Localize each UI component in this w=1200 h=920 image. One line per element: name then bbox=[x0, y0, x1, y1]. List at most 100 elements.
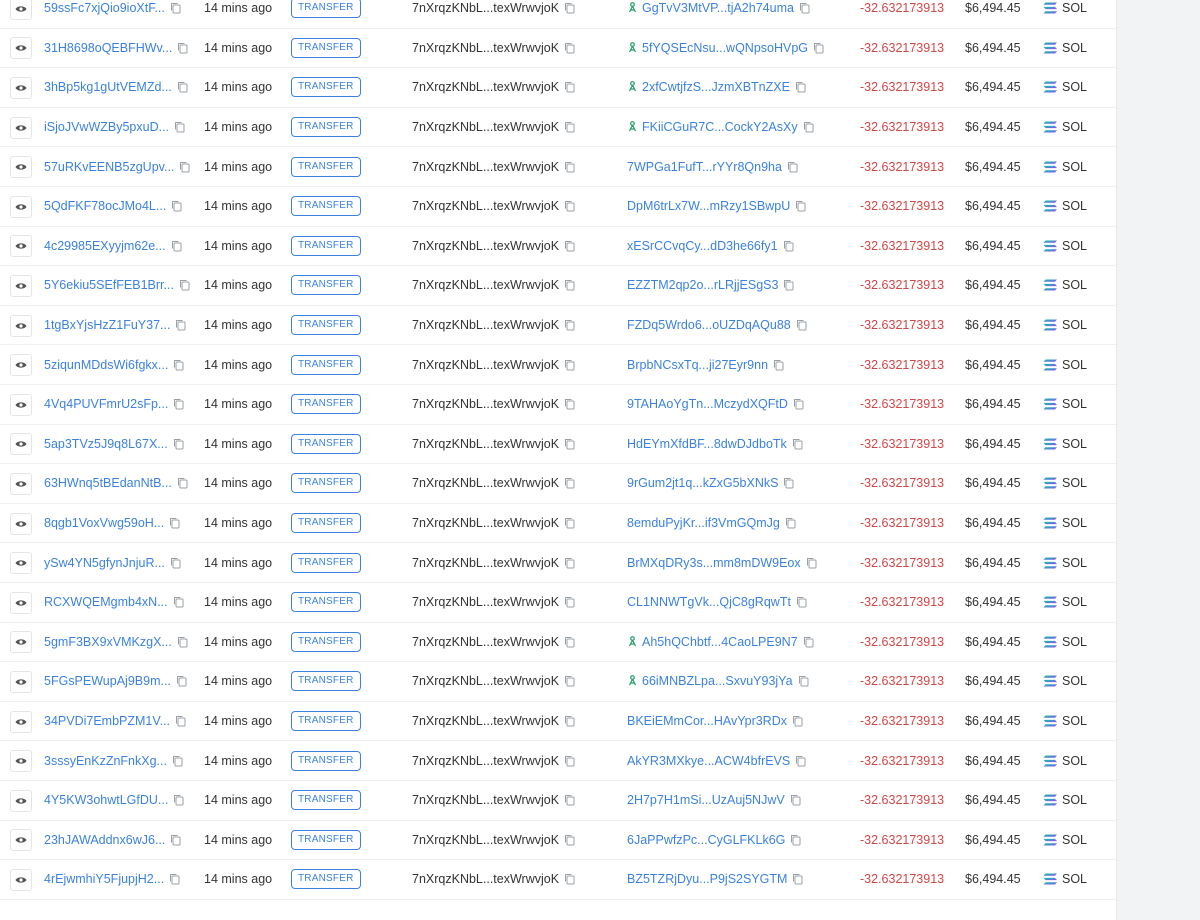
eye-icon[interactable] bbox=[10, 156, 32, 179]
copy-icon[interactable] bbox=[793, 398, 804, 410]
signature-link[interactable]: 31H8698oQEBFHWv... bbox=[44, 41, 172, 55]
to-address-link[interactable]: 2H7p7H1mSi...UzAuj5NJwV bbox=[627, 793, 785, 807]
copy-icon[interactable] bbox=[790, 834, 801, 846]
to-address-link[interactable]: 9TAHAoYgTn...MczydXQFtD bbox=[627, 397, 788, 411]
copy-icon[interactable] bbox=[173, 596, 184, 608]
copy-icon[interactable] bbox=[790, 794, 801, 806]
copy-icon[interactable] bbox=[172, 755, 183, 767]
to-address-link[interactable]: 2xfCwtjfzS...JzmXBTnZXE bbox=[642, 80, 790, 94]
eye-icon[interactable] bbox=[10, 116, 32, 139]
signature-link[interactable]: 4Vq4PUVFmrU2sFp... bbox=[44, 397, 168, 411]
token-symbol[interactable]: SOL bbox=[1062, 556, 1087, 570]
eye-icon[interactable] bbox=[10, 354, 32, 377]
to-address-link[interactable]: BrpbNCsxTq...ji27Eyr9nn bbox=[627, 358, 768, 372]
copy-icon[interactable] bbox=[773, 359, 784, 371]
signature-link[interactable]: 59ssFc7xjQio9ioXtF... bbox=[44, 1, 165, 15]
token-symbol[interactable]: SOL bbox=[1062, 41, 1087, 55]
token-symbol[interactable]: SOL bbox=[1062, 318, 1087, 332]
eye-icon[interactable] bbox=[10, 710, 32, 733]
copy-icon[interactable] bbox=[564, 240, 575, 252]
to-address-link[interactable]: BZ5TZRjDyu...P9jS2SYGTM bbox=[627, 872, 787, 886]
copy-icon[interactable] bbox=[173, 398, 184, 410]
copy-icon[interactable] bbox=[783, 477, 794, 489]
token-symbol[interactable]: SOL bbox=[1062, 754, 1087, 768]
copy-icon[interactable] bbox=[813, 42, 824, 54]
copy-icon[interactable] bbox=[564, 438, 575, 450]
signature-link[interactable]: 5ap3TVz5J9q8L67X... bbox=[44, 437, 168, 451]
to-address-link[interactable]: AkYR3MXkye...ACW4bfrEVS bbox=[627, 754, 790, 768]
signature-link[interactable]: 5gmF3BX9xVMKzgX... bbox=[44, 635, 172, 649]
eye-icon[interactable] bbox=[10, 195, 32, 218]
copy-icon[interactable] bbox=[564, 161, 575, 173]
copy-icon[interactable] bbox=[564, 755, 575, 767]
eye-icon[interactable] bbox=[10, 512, 32, 535]
eye-icon[interactable] bbox=[10, 235, 32, 258]
to-address-link[interactable]: 9rGum2jt1q...kZxG5bXNkS bbox=[627, 476, 778, 490]
to-address-link[interactable]: EZZTM2qp2o...rLRjjESgS3 bbox=[627, 278, 778, 292]
copy-icon[interactable] bbox=[796, 596, 807, 608]
signature-link[interactable]: 3hBp5kg1gUtVEMZd... bbox=[44, 80, 172, 94]
to-address-link[interactable]: Ah5hQChbtf...4CaoLPE9N7 bbox=[642, 635, 798, 649]
to-address-link[interactable]: HdEYmXfdBF...8dwDJdboTk bbox=[627, 437, 787, 451]
copy-icon[interactable] bbox=[176, 675, 187, 687]
copy-icon[interactable] bbox=[173, 438, 184, 450]
token-symbol[interactable]: SOL bbox=[1062, 358, 1087, 372]
copy-icon[interactable] bbox=[173, 359, 184, 371]
copy-icon[interactable] bbox=[564, 200, 575, 212]
copy-icon[interactable] bbox=[564, 319, 575, 331]
token-symbol[interactable]: SOL bbox=[1062, 635, 1087, 649]
signature-link[interactable]: ySw4YN5gfynJnjuR... bbox=[44, 556, 165, 570]
signature-link[interactable]: 5ziqunMDdsWi6fgkx... bbox=[44, 358, 168, 372]
copy-icon[interactable] bbox=[564, 81, 575, 93]
copy-icon[interactable] bbox=[174, 121, 185, 133]
copy-icon[interactable] bbox=[564, 834, 575, 846]
copy-icon[interactable] bbox=[564, 42, 575, 54]
copy-icon[interactable] bbox=[564, 2, 575, 14]
signature-link[interactable]: 23hJAWAddnx6wJ6... bbox=[44, 833, 165, 847]
copy-icon[interactable] bbox=[564, 398, 575, 410]
signature-link[interactable]: 4Y5KW3ohwtLGfDU... bbox=[44, 793, 168, 807]
copy-icon[interactable] bbox=[803, 121, 814, 133]
token-symbol[interactable]: SOL bbox=[1062, 80, 1087, 94]
eye-icon[interactable] bbox=[10, 37, 32, 60]
token-symbol[interactable]: SOL bbox=[1062, 595, 1087, 609]
copy-icon[interactable] bbox=[177, 42, 188, 54]
copy-icon[interactable] bbox=[798, 675, 809, 687]
token-symbol[interactable]: SOL bbox=[1062, 278, 1087, 292]
token-symbol[interactable]: SOL bbox=[1062, 714, 1087, 728]
signature-link[interactable]: 5FGsPEWupAj9B9m... bbox=[44, 674, 171, 688]
signature-link[interactable]: 63HWnq5tBEdanNtB... bbox=[44, 476, 172, 490]
token-symbol[interactable]: SOL bbox=[1062, 1, 1087, 15]
signature-link[interactable]: 1tgBxYjsHzZ1FuY37... bbox=[44, 318, 170, 332]
copy-icon[interactable] bbox=[792, 873, 803, 885]
eye-icon[interactable] bbox=[10, 591, 32, 614]
token-symbol[interactable]: SOL bbox=[1062, 120, 1087, 134]
to-address-link[interactable]: 66iMNBZLpa...SxvuY93jYa bbox=[642, 674, 793, 688]
signature-link[interactable]: 3sssyEnKzZnFnkXg... bbox=[44, 754, 167, 768]
signature-link[interactable]: 5Y6ekiu5SEfFEB1Brr... bbox=[44, 278, 174, 292]
eye-icon[interactable] bbox=[10, 631, 32, 654]
eye-icon[interactable] bbox=[10, 0, 32, 20]
copy-icon[interactable] bbox=[177, 477, 188, 489]
signature-link[interactable]: 4rEjwmhiY5FjupjH2... bbox=[44, 872, 164, 886]
token-symbol[interactable]: SOL bbox=[1062, 516, 1087, 530]
copy-icon[interactable] bbox=[171, 200, 182, 212]
copy-icon[interactable] bbox=[803, 636, 814, 648]
copy-icon[interactable] bbox=[177, 636, 188, 648]
copy-icon[interactable] bbox=[177, 81, 188, 93]
token-symbol[interactable]: SOL bbox=[1062, 160, 1087, 174]
copy-icon[interactable] bbox=[564, 477, 575, 489]
token-symbol[interactable]: SOL bbox=[1062, 833, 1087, 847]
eye-icon[interactable] bbox=[10, 552, 32, 575]
copy-icon[interactable] bbox=[564, 517, 575, 529]
eye-icon[interactable] bbox=[10, 274, 32, 297]
copy-icon[interactable] bbox=[171, 240, 182, 252]
copy-icon[interactable] bbox=[564, 121, 575, 133]
eye-icon[interactable] bbox=[10, 314, 32, 337]
copy-icon[interactable] bbox=[564, 636, 575, 648]
copy-icon[interactable] bbox=[564, 279, 575, 291]
token-symbol[interactable]: SOL bbox=[1062, 476, 1087, 490]
copy-icon[interactable] bbox=[796, 319, 807, 331]
copy-icon[interactable] bbox=[792, 438, 803, 450]
copy-icon[interactable] bbox=[175, 715, 186, 727]
